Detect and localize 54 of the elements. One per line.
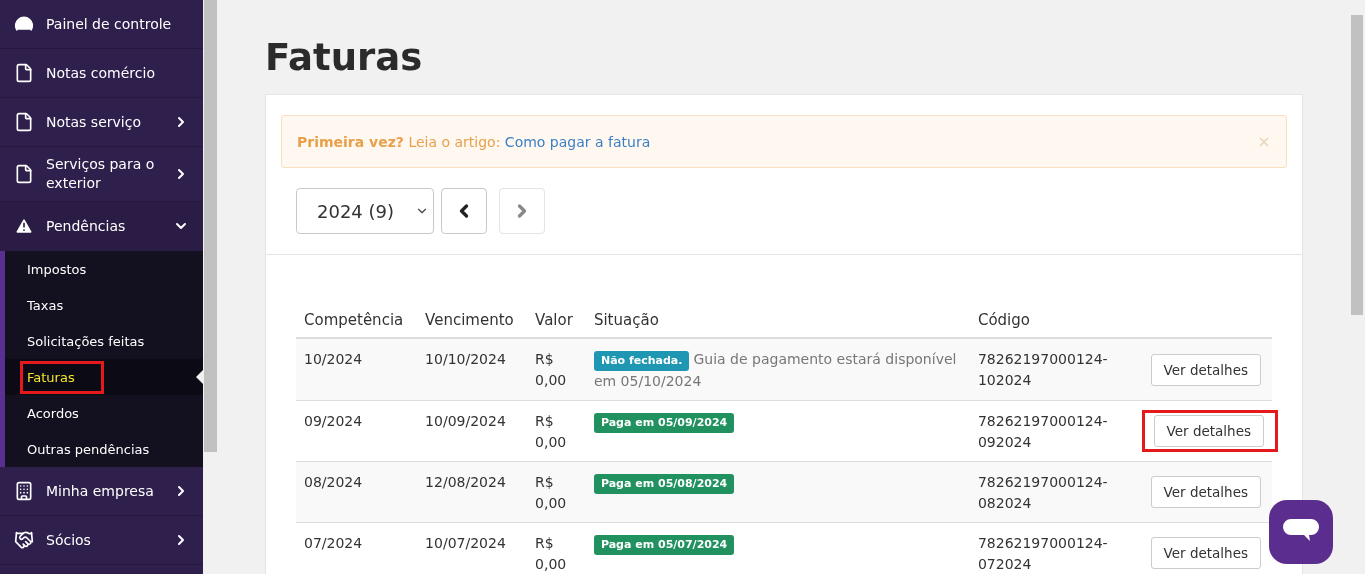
table-cell-text: 78262197000124-082024	[977, 473, 1109, 513]
sidebar-item[interactable]: Pendências	[0, 202, 203, 251]
sidebar-label: Pendências	[46, 216, 127, 236]
submenu-item[interactable]: Outras pendências	[23, 435, 176, 463]
table-cell: 12/08/2024	[417, 461, 528, 523]
handshake-icon	[14, 530, 34, 550]
details-button[interactable]: Ver detalhes	[1150, 476, 1261, 508]
page-title: Faturas	[265, 36, 424, 79]
submenu-item[interactable]: Impostos	[23, 255, 113, 283]
status-badge: Paga em 05/08/2024	[593, 474, 735, 494]
submenu-item[interactable]: Acordos	[23, 399, 105, 427]
building-icon	[14, 481, 34, 501]
sidebar-label: Notas serviço	[46, 112, 142, 132]
status-note: Guia de pagamento estará disponível	[693, 351, 957, 367]
details-button[interactable]: Ver detalhes	[1150, 537, 1261, 569]
status-badge: Paga em 05/09/2024	[593, 413, 735, 433]
warning-icon	[14, 216, 34, 236]
scrollbar[interactable]	[203, 0, 218, 574]
details-button[interactable]: Ver detalhes	[1153, 415, 1264, 447]
details-button[interactable]: Ver detalhes	[1150, 353, 1261, 386]
table-cell-text: R$ 0,00	[535, 473, 568, 513]
table-cell-text: R$ 0,00	[535, 412, 568, 452]
scrollbar[interactable]	[1349, 0, 1365, 574]
sidebar-label: Sócios	[46, 530, 92, 550]
table-cell: 08/2024	[296, 461, 418, 523]
previous-button[interactable]	[441, 188, 487, 234]
table-cell: 10/07/2024	[417, 522, 528, 574]
chat-button[interactable]	[1269, 500, 1333, 564]
file-icon	[14, 63, 34, 83]
year-select[interactable]: 2024 (9)	[296, 188, 434, 234]
status-badge: Paga em 05/07/2024	[593, 535, 735, 555]
table-cell-text: 78262197000124-072024	[977, 534, 1109, 574]
file-icon	[14, 112, 34, 132]
table-cell-text: 78262197000124-102024	[977, 350, 1109, 390]
article-link[interactable]: Como pagar a fatura	[504, 133, 651, 150]
status-note: em 05/10/2024	[593, 372, 703, 391]
table-cell: 10/2024	[296, 338, 418, 401]
sidebar-label: Painel de controle	[46, 14, 173, 34]
file-icon	[14, 164, 34, 184]
status-badge: Não fechada.	[593, 351, 690, 371]
table-cell-text: R$ 0,00	[535, 350, 568, 390]
table-cell: 09/2024	[296, 400, 418, 462]
table-cell-text: 78262197000124-092024	[977, 412, 1109, 452]
sidebar-label: Notas comércio	[46, 63, 156, 83]
sidebar-label: Minha empresa	[46, 481, 155, 501]
table-cell-text: R$ 0,00	[535, 534, 568, 574]
submenu-item[interactable]: Taxas	[23, 291, 90, 319]
gauge-icon	[14, 14, 34, 34]
alert-text: Primeira vez? Leia o artigo: Como pagar a fatura	[297, 133, 651, 150]
submenu-item[interactable]: Solicitações feitas	[23, 327, 171, 355]
table-cell: 10/10/2024	[417, 338, 528, 401]
table-cell: 10/09/2024	[417, 400, 528, 462]
table-cell: 07/2024	[296, 522, 418, 574]
sidebar-label: Serviços para o exterior	[46, 155, 156, 193]
